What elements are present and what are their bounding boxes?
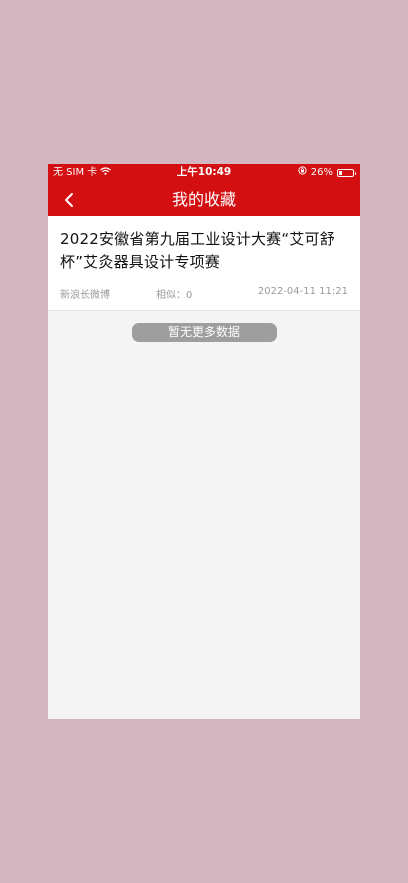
- orientation-lock-icon: [298, 164, 307, 181]
- favorite-meta: 新浪长微博 相似：0 2022-04-11 11:21: [60, 286, 348, 301]
- page-title: 我的收藏: [171, 190, 236, 209]
- battery-level: [339, 170, 343, 175]
- favorite-source: 新浪长微博: [60, 290, 110, 301]
- battery-icon: [337, 168, 356, 177]
- chevron-left-icon: [65, 193, 73, 207]
- favorite-date: 2022-04-11 11:21: [257, 286, 348, 297]
- favorite-similar: 相似：0: [156, 290, 193, 301]
- no-more-data-label: 暂无更多数据: [131, 323, 277, 342]
- favorite-title: 2022安徽省第九届工业设计大赛“艾可舒杯”艾灸器具设计专项赛: [60, 230, 335, 271]
- status-right: 26%: [298, 164, 356, 181]
- back-button[interactable]: [57, 188, 81, 212]
- favorite-item[interactable]: 2022安徽省第九届工业设计大赛“艾可舒杯”艾灸器具设计专项赛 新浪长微博 相似…: [48, 216, 360, 311]
- status-bar: 无 SIM 卡 上午10:49 26%: [48, 164, 360, 181]
- phone-screen: 无 SIM 卡 上午10:49 26% 我的收藏 2022安徽省第九届工业设计大…: [48, 164, 360, 719]
- battery-percent: 26%: [310, 167, 333, 178]
- app-header: 无 SIM 卡 上午10:49 26% 我的收藏: [48, 164, 360, 216]
- title-row: 我的收藏: [48, 186, 360, 214]
